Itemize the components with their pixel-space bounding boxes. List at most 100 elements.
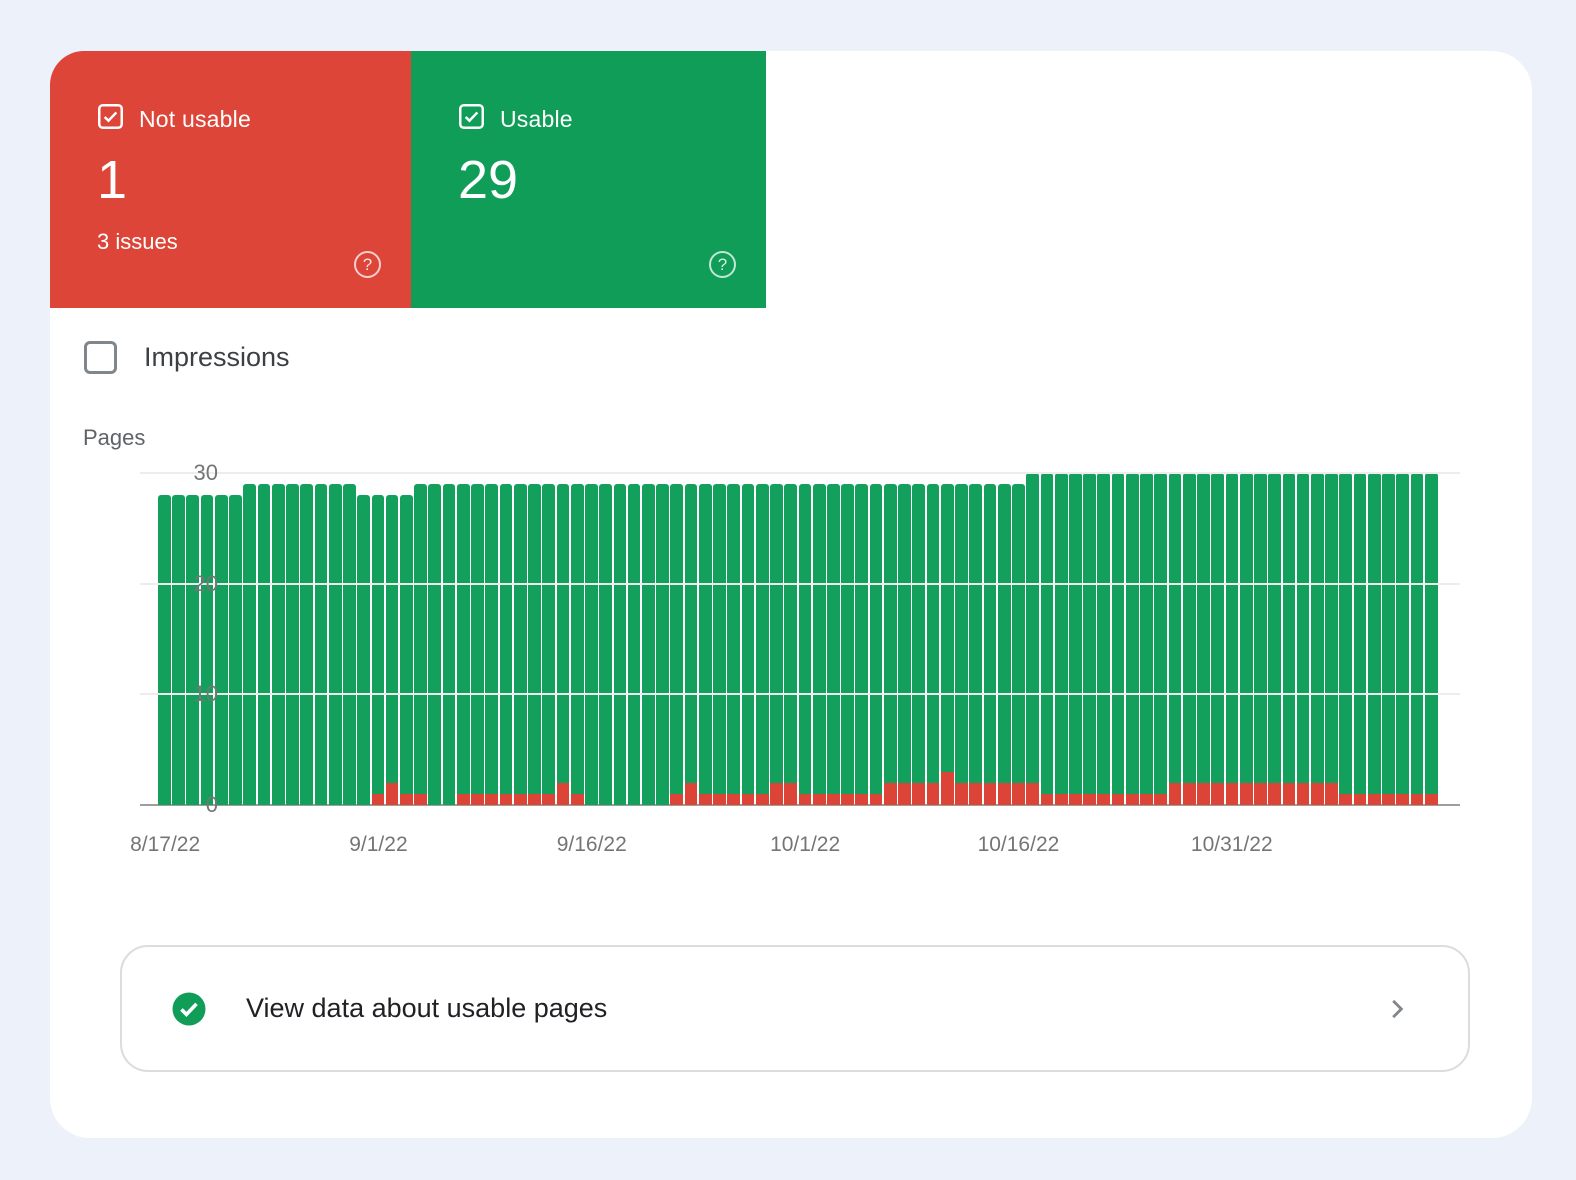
chart-bar[interactable] xyxy=(428,473,442,805)
chart-bar[interactable] xyxy=(399,473,413,805)
chart-bar[interactable] xyxy=(485,473,499,805)
chart-bar[interactable] xyxy=(243,473,257,805)
chart-bar[interactable] xyxy=(1424,473,1438,805)
chart-bar[interactable] xyxy=(357,473,371,805)
chart-bar[interactable] xyxy=(698,473,712,805)
chart-bar[interactable] xyxy=(912,473,926,805)
chart-bar[interactable] xyxy=(883,473,897,805)
chart-bar[interactable] xyxy=(898,473,911,805)
chart-bar[interactable] xyxy=(229,473,242,805)
chart-bar[interactable] xyxy=(385,473,399,805)
chart-bar[interactable] xyxy=(1325,473,1338,805)
chart-bar[interactable] xyxy=(471,473,484,805)
not-usable-checkbox-checked-icon[interactable] xyxy=(97,103,124,135)
chart-bar[interactable] xyxy=(513,473,527,805)
chart-bar[interactable] xyxy=(997,473,1011,805)
chart-bar[interactable] xyxy=(1168,473,1182,805)
chart-bar[interactable] xyxy=(1040,473,1054,805)
chart-bar[interactable] xyxy=(1310,473,1324,805)
chart-bar[interactable] xyxy=(599,473,612,805)
chart-bar[interactable] xyxy=(1353,473,1367,805)
impressions-toggle[interactable]: Impressions xyxy=(84,341,290,374)
chart-bar[interactable] xyxy=(613,473,627,805)
chart-bar[interactable] xyxy=(186,473,200,805)
chart-bar[interactable] xyxy=(214,473,228,805)
chart-bar[interactable] xyxy=(1140,473,1153,805)
chart-bar[interactable] xyxy=(556,473,570,805)
chart-bar[interactable] xyxy=(755,473,769,805)
chart-bar[interactable] xyxy=(499,473,513,805)
chart-bar[interactable] xyxy=(1211,473,1225,805)
chart-bar[interactable] xyxy=(1197,473,1210,805)
usable-checkbox-checked-icon[interactable] xyxy=(458,103,485,135)
chart-bar[interactable] xyxy=(798,473,812,805)
chart-bar[interactable] xyxy=(542,473,556,805)
chart-bar[interactable] xyxy=(1254,473,1267,805)
chart-bar[interactable] xyxy=(1239,473,1253,805)
chart-bar[interactable] xyxy=(1339,473,1353,805)
not-usable-summary-card[interactable]: Not usable 1 3 issues ? xyxy=(50,51,411,308)
chart-bar[interactable] xyxy=(713,473,726,805)
chart-bar[interactable] xyxy=(442,473,456,805)
chart-bar[interactable] xyxy=(983,473,997,805)
chart-bar[interactable] xyxy=(343,473,356,805)
chart-bar[interactable] xyxy=(656,473,669,805)
impressions-checkbox-unchecked-icon[interactable] xyxy=(84,341,117,374)
chart-bar[interactable] xyxy=(969,473,983,805)
chart-bar[interactable] xyxy=(1225,473,1239,805)
chart-bar[interactable] xyxy=(328,473,342,805)
chart-bar[interactable] xyxy=(286,473,299,805)
chart-bar[interactable] xyxy=(627,473,641,805)
chart-bar[interactable] xyxy=(300,473,314,805)
chart-bar[interactable] xyxy=(955,473,968,805)
chart-bar[interactable] xyxy=(456,473,470,805)
chart-bar[interactable] xyxy=(1268,473,1282,805)
chart-bar[interactable] xyxy=(926,473,940,805)
chart-bar[interactable] xyxy=(841,473,854,805)
chart-bar[interactable] xyxy=(1410,473,1424,805)
chart-bar[interactable] xyxy=(670,473,684,805)
chart-bar[interactable] xyxy=(158,473,171,805)
chart-bar[interactable] xyxy=(741,473,755,805)
chart-bar[interactable] xyxy=(869,473,883,805)
chart-bar[interactable] xyxy=(200,473,214,805)
chart-bar[interactable] xyxy=(314,473,328,805)
chart-bar[interactable] xyxy=(812,473,826,805)
chart-bar[interactable] xyxy=(940,473,954,805)
chart-bar[interactable] xyxy=(827,473,840,805)
chart-bar[interactable] xyxy=(1382,473,1395,805)
chart-bar[interactable] xyxy=(1069,473,1082,805)
chart-bar[interactable] xyxy=(585,473,598,805)
chart-bar[interactable] xyxy=(1054,473,1068,805)
chart-bar[interactable] xyxy=(770,473,783,805)
chart-bar[interactable] xyxy=(727,473,741,805)
chart-bar[interactable] xyxy=(172,473,185,805)
chart-bar[interactable] xyxy=(1026,473,1040,805)
chart-bar[interactable] xyxy=(271,473,285,805)
chart-bar[interactable] xyxy=(1012,473,1025,805)
chart-bar[interactable] xyxy=(1097,473,1111,805)
chart-bar[interactable] xyxy=(784,473,798,805)
chart-bar[interactable] xyxy=(371,473,385,805)
chart-bar[interactable] xyxy=(1111,473,1125,805)
chart-bar[interactable] xyxy=(1083,473,1096,805)
chart-bar[interactable] xyxy=(257,473,271,805)
chart-bar[interactable] xyxy=(684,473,698,805)
not-usable-help-icon[interactable]: ? xyxy=(354,251,381,278)
chart-bar[interactable] xyxy=(1367,473,1381,805)
chart-bar[interactable] xyxy=(1154,473,1168,805)
chart-bar[interactable] xyxy=(1282,473,1296,805)
chart-bar[interactable] xyxy=(528,473,541,805)
usable-help-icon[interactable]: ? xyxy=(709,251,736,278)
view-usable-pages-banner[interactable]: View data about usable pages xyxy=(120,945,1470,1072)
chart-bar[interactable] xyxy=(1125,473,1139,805)
chart-bar[interactable] xyxy=(1182,473,1196,805)
chart-bar[interactable] xyxy=(1296,473,1310,805)
chevron-right-icon[interactable] xyxy=(1384,996,1410,1022)
chart-bar[interactable] xyxy=(570,473,584,805)
chart-bar[interactable] xyxy=(1396,473,1410,805)
chart-bar[interactable] xyxy=(855,473,869,805)
chart-bar[interactable] xyxy=(641,473,655,805)
usable-summary-card[interactable]: Usable 29 ? xyxy=(411,51,766,308)
chart-bar[interactable] xyxy=(414,473,427,805)
